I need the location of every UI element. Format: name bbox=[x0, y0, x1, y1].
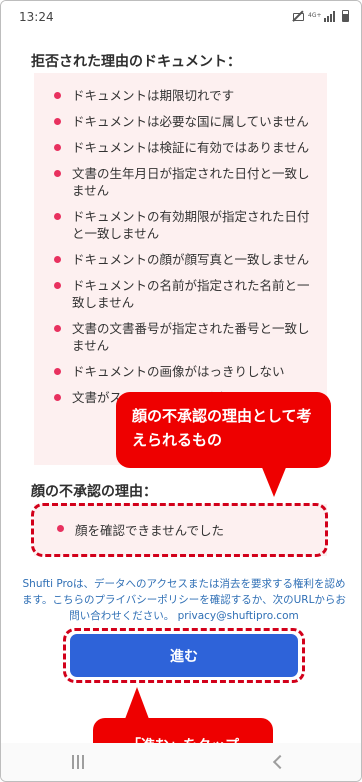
face-reason-highlight bbox=[31, 503, 328, 557]
list-item: ドキュメントの画像がはっきりしない bbox=[54, 363, 315, 380]
bullet-icon bbox=[54, 368, 61, 375]
bullet-icon bbox=[54, 394, 61, 401]
navigation-bar bbox=[1, 743, 361, 781]
reason-text: 文書の文書番号が指定された番号と一致しません bbox=[72, 321, 310, 353]
bullet-icon bbox=[54, 118, 61, 125]
list-item: ドキュメントは必要な国に属していません bbox=[54, 113, 315, 130]
list-item: 文書の生年月日が指定された日付と一致しません bbox=[54, 165, 315, 199]
signal-icon bbox=[324, 10, 338, 22]
list-item: ドキュメントの有効期限が指定された日付と一致しません bbox=[54, 208, 315, 242]
mute-icon bbox=[292, 10, 304, 22]
privacy-notice[interactable]: Shufti Proは、データへのアクセスまたは消去を要求する権利を認めます。こ… bbox=[19, 576, 349, 624]
document-reasons-list: ドキュメントは期限切れです ドキュメントは必要な国に属していません ドキュメント… bbox=[34, 73, 327, 406]
status-icons: 4G+ bbox=[292, 10, 349, 22]
recent-apps-icon[interactable] bbox=[71, 755, 85, 769]
bullet-icon bbox=[54, 256, 61, 263]
network-type-icon: 4G+ bbox=[308, 12, 322, 19]
proceed-button[interactable]: 進む bbox=[70, 634, 298, 677]
reason-text: ドキュメントの顔が顔写真と一致しません bbox=[72, 252, 310, 267]
list-item: ドキュメントの顔が顔写真と一致しません bbox=[54, 251, 315, 268]
callout-pointer bbox=[261, 465, 287, 497]
reason-text: ドキュメントは必要な国に属していません bbox=[72, 114, 309, 129]
bullet-icon bbox=[54, 282, 61, 289]
list-item: ドキュメントは検証に有効ではありません bbox=[54, 139, 315, 156]
list-item: 文書の文書番号が指定された番号と一致しません bbox=[54, 320, 315, 354]
reason-text: ドキュメントの画像がはっきりしない bbox=[72, 364, 285, 379]
bullet-icon bbox=[54, 325, 61, 332]
callout-pointer bbox=[125, 687, 149, 719]
bullet-icon bbox=[54, 144, 61, 151]
battery-icon bbox=[342, 10, 349, 22]
status-bar: 13:24 4G+ bbox=[1, 1, 361, 33]
back-icon[interactable] bbox=[272, 754, 288, 770]
list-item: ドキュメントは期限切れです bbox=[54, 87, 315, 104]
face-reason-callout: 顔の不承認の理由として考えられるもの bbox=[116, 392, 331, 468]
bullet-icon bbox=[54, 170, 61, 177]
reason-text: ドキュメントの名前が指定された名前と一致しません bbox=[72, 278, 310, 310]
bullet-icon bbox=[54, 92, 61, 99]
status-time: 13:24 bbox=[19, 10, 54, 24]
bullet-icon bbox=[54, 213, 61, 220]
documents-section-title: 拒否された理由のドキュメント： bbox=[31, 54, 241, 70]
reason-text: ドキュメントは期限切れです bbox=[72, 88, 235, 103]
reason-text: ドキュメントは検証に有効ではありません bbox=[72, 140, 310, 155]
reason-text: 文書の生年月日が指定された日付と一致しません bbox=[72, 166, 310, 198]
app-screen: 13:24 4G+ 拒否された理由のドキュメント： ドキュメントは期限切れです … bbox=[0, 0, 362, 782]
list-item: ドキュメントの名前が指定された名前と一致しません bbox=[54, 277, 315, 311]
reason-text: ドキュメントの有効期限が指定された日付と一致しません bbox=[72, 209, 310, 241]
face-section-title: 顔の不承認の理由： bbox=[31, 484, 157, 500]
